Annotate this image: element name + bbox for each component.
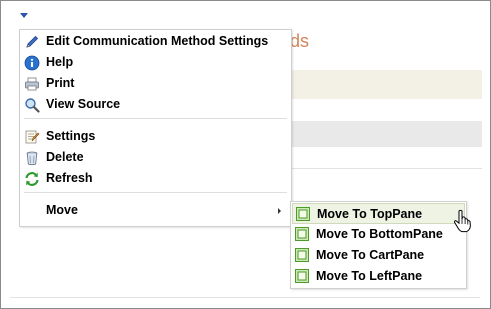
menu-item-label: Delete <box>46 150 84 164</box>
magnifier-icon <box>25 98 40 113</box>
action-menu-dropdown-icon[interactable] <box>20 13 28 18</box>
menu-separator <box>24 118 287 119</box>
menu-item-help[interactable]: Help <box>20 52 291 73</box>
submenu-item-move-to-bottompane[interactable]: Move To BottomPane <box>292 224 465 245</box>
background-divider <box>10 297 480 298</box>
menu-item-move[interactable]: Move <box>20 200 291 221</box>
menu-item-view-source[interactable]: View Source <box>20 94 291 115</box>
move-submenu: Move To TopPane Move To BottomPane Move … <box>290 201 467 289</box>
submenu-item-label: Move To CartPane <box>316 248 425 262</box>
trash-icon <box>26 151 38 166</box>
menu-item-label: View Source <box>46 97 121 111</box>
help-icon <box>24 55 40 71</box>
background-band <box>292 121 482 147</box>
pencil-icon <box>26 35 39 48</box>
menu-item-label: Refresh <box>46 171 93 185</box>
menu-separator <box>24 192 287 193</box>
submenu-item-move-to-toppane[interactable]: Move To TopPane <box>292 203 465 224</box>
menu-item-label: Print <box>46 76 75 90</box>
menu-item-refresh[interactable]: Refresh <box>20 168 291 189</box>
pane-icon <box>295 269 309 283</box>
menu-item-label: Settings <box>46 129 96 143</box>
module-title-fragment: ds <box>290 31 310 51</box>
pane-icon <box>295 227 309 241</box>
menu-item-print[interactable]: Print <box>20 73 291 94</box>
pane-icon <box>295 248 309 262</box>
menu-item-settings[interactable]: Settings <box>20 126 291 147</box>
pane-icon <box>296 207 310 221</box>
print-icon <box>25 77 39 91</box>
menu-item-label: Help <box>46 55 74 69</box>
submenu-item-label: Move To LeftPane <box>316 269 423 283</box>
submenu-item-move-to-leftpane[interactable]: Move To LeftPane <box>292 266 465 287</box>
settings-icon <box>25 130 40 144</box>
hand-cursor-icon <box>454 209 471 233</box>
action-menu: Edit Communication Method Settings Help … <box>19 29 292 227</box>
submenu-item-label: Move To TopPane <box>317 207 423 221</box>
submenu-item-move-to-cartpane[interactable]: Move To CartPane <box>292 245 465 266</box>
menu-item-label: Edit Communication Method Settings <box>46 34 269 48</box>
menu-item-label: Move <box>46 203 78 217</box>
background-divider <box>292 168 482 169</box>
submenu-item-label: Move To BottomPane <box>316 227 443 241</box>
background-band <box>292 70 482 99</box>
submenu-arrow-icon <box>278 208 281 214</box>
refresh-icon <box>25 172 39 186</box>
menu-item-delete[interactable]: Delete <box>20 147 291 168</box>
menu-item-edit-settings[interactable]: Edit Communication Method Settings <box>20 31 291 52</box>
